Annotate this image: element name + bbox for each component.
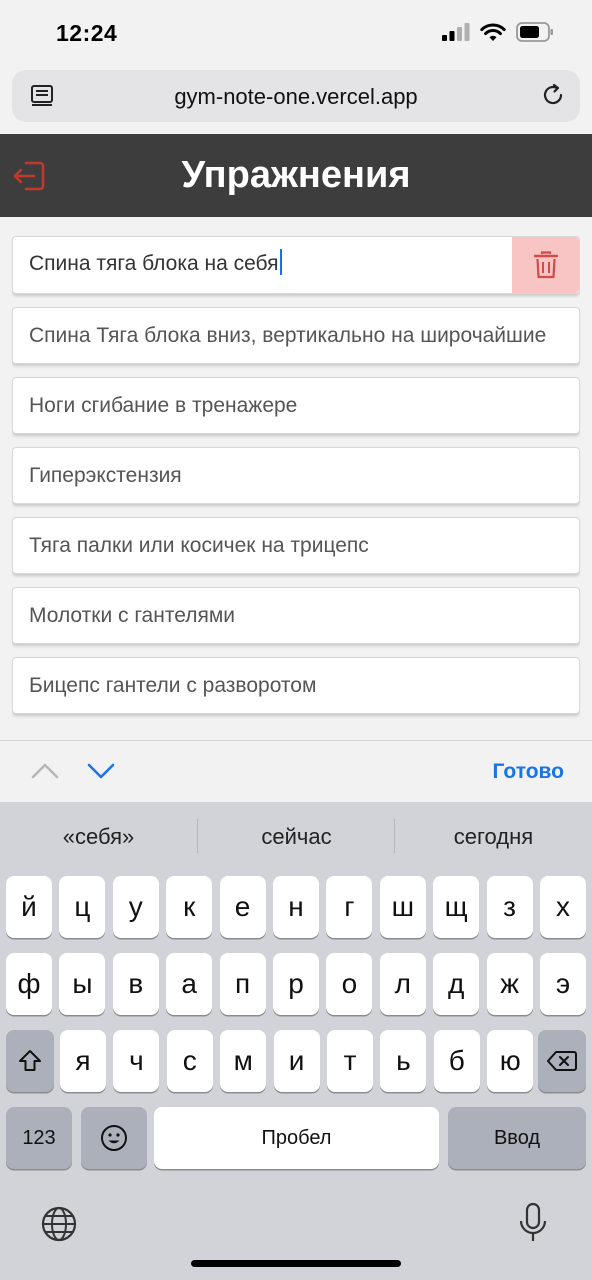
- letter-key[interactable]: д: [433, 953, 480, 1015]
- letter-key[interactable]: б: [433, 1030, 480, 1092]
- letter-key[interactable]: р: [273, 953, 319, 1015]
- letter-key[interactable]: щ: [433, 876, 480, 938]
- shift-icon: [19, 1050, 41, 1071]
- globe-icon[interactable]: [40, 1205, 78, 1248]
- letter-key[interactable]: т: [327, 1030, 373, 1092]
- wifi-icon: [480, 23, 506, 41]
- done-button[interactable]: Готово: [493, 760, 564, 784]
- shift-key[interactable]: [6, 1030, 54, 1092]
- letter-key[interactable]: в: [112, 953, 159, 1015]
- app-header: Упражнения: [0, 134, 592, 217]
- suggestion-1[interactable]: «себя»: [0, 824, 197, 850]
- letter-key[interactable]: ш: [379, 876, 426, 938]
- letter-key[interactable]: е: [219, 876, 266, 938]
- exercise-name-input[interactable]: Спина тяга блока на себя: [13, 237, 513, 291]
- letter-key[interactable]: с: [166, 1030, 213, 1092]
- letter-key[interactable]: ц: [59, 876, 106, 938]
- letter-key[interactable]: у: [112, 876, 159, 938]
- letter-key[interactable]: л: [379, 953, 426, 1015]
- return-key[interactable]: Ввод: [448, 1107, 586, 1169]
- letter-key[interactable]: м: [220, 1030, 267, 1092]
- url-text[interactable]: gym-note-one.vercel.app: [12, 84, 580, 110]
- microphone-icon[interactable]: [518, 1202, 548, 1249]
- letter-key[interactable]: х: [540, 876, 586, 938]
- letter-key[interactable]: н: [273, 876, 319, 938]
- suggestion-bar: «себя» сейчас сегодня: [0, 802, 592, 870]
- letter-key[interactable]: э: [540, 953, 586, 1015]
- text-caret: [279, 249, 282, 275]
- space-key[interactable]: Пробел: [154, 1107, 439, 1169]
- letter-key[interactable]: з: [486, 876, 533, 938]
- reload-icon[interactable]: [540, 82, 566, 113]
- cellular-signal-icon: [442, 23, 470, 41]
- backspace-key[interactable]: [538, 1030, 586, 1092]
- letter-key[interactable]: г: [326, 876, 373, 938]
- letter-key[interactable]: к: [166, 876, 213, 938]
- letter-key[interactable]: й: [6, 876, 52, 938]
- next-field-chevron-down-icon[interactable]: [86, 761, 116, 786]
- letter-key[interactable]: п: [219, 953, 266, 1015]
- letter-key[interactable]: ь: [380, 1030, 427, 1092]
- letter-key[interactable]: ч: [113, 1030, 160, 1092]
- numbers-key[interactable]: 123: [6, 1107, 72, 1169]
- suggestion-3[interactable]: сегодня: [395, 824, 592, 850]
- letter-key[interactable]: о: [326, 953, 373, 1015]
- exercise-item[interactable]: Ноги сгибание в тренажере: [12, 377, 580, 434]
- letter-key[interactable]: ю: [487, 1030, 534, 1092]
- letter-key[interactable]: ж: [486, 953, 533, 1015]
- home-indicator: [191, 1260, 401, 1267]
- exercise-item[interactable]: Гиперэкстензия: [12, 447, 580, 504]
- letter-key[interactable]: и: [273, 1030, 320, 1092]
- letter-key[interactable]: я: [60, 1030, 106, 1092]
- keyboard: «себя» сейчас сегодня 123 Пробел Ввод йц…: [0, 802, 592, 1280]
- keyboard-accessory-bar: Готово: [0, 740, 592, 802]
- backspace-icon: [547, 1051, 577, 1071]
- exercise-item-editing[interactable]: Спина тяга блока на себя: [12, 236, 580, 294]
- delete-button[interactable]: [512, 237, 579, 293]
- status-time: 12:24: [56, 20, 118, 46]
- exercise-list: Спина тяга блока на себя Спина Тяга блок…: [12, 236, 580, 740]
- exercise-item[interactable]: Спина Тяга блока вниз, вертикально на ши…: [12, 307, 580, 364]
- exercise-item[interactable]: Бицепс гантели с разворотом: [12, 657, 580, 714]
- letter-key[interactable]: ы: [59, 953, 106, 1015]
- exercise-item[interactable]: Молотки с гантелями: [12, 587, 580, 644]
- previous-field-chevron-up-icon[interactable]: [30, 761, 60, 786]
- trash-icon: [533, 251, 558, 279]
- emoji-key[interactable]: [81, 1107, 147, 1169]
- suggestion-2[interactable]: сейчас: [198, 824, 395, 850]
- emoji-icon: [101, 1125, 127, 1151]
- status-bar: 12:24: [0, 0, 592, 68]
- letter-key[interactable]: а: [166, 953, 213, 1015]
- page-title: Упражнения: [181, 154, 411, 196]
- letter-key[interactable]: ф: [6, 953, 52, 1015]
- battery-icon: [516, 22, 553, 42]
- exercise-item[interactable]: Тяга палки или косичек на трицепс: [12, 517, 580, 574]
- address-bar[interactable]: gym-note-one.vercel.app: [12, 70, 580, 122]
